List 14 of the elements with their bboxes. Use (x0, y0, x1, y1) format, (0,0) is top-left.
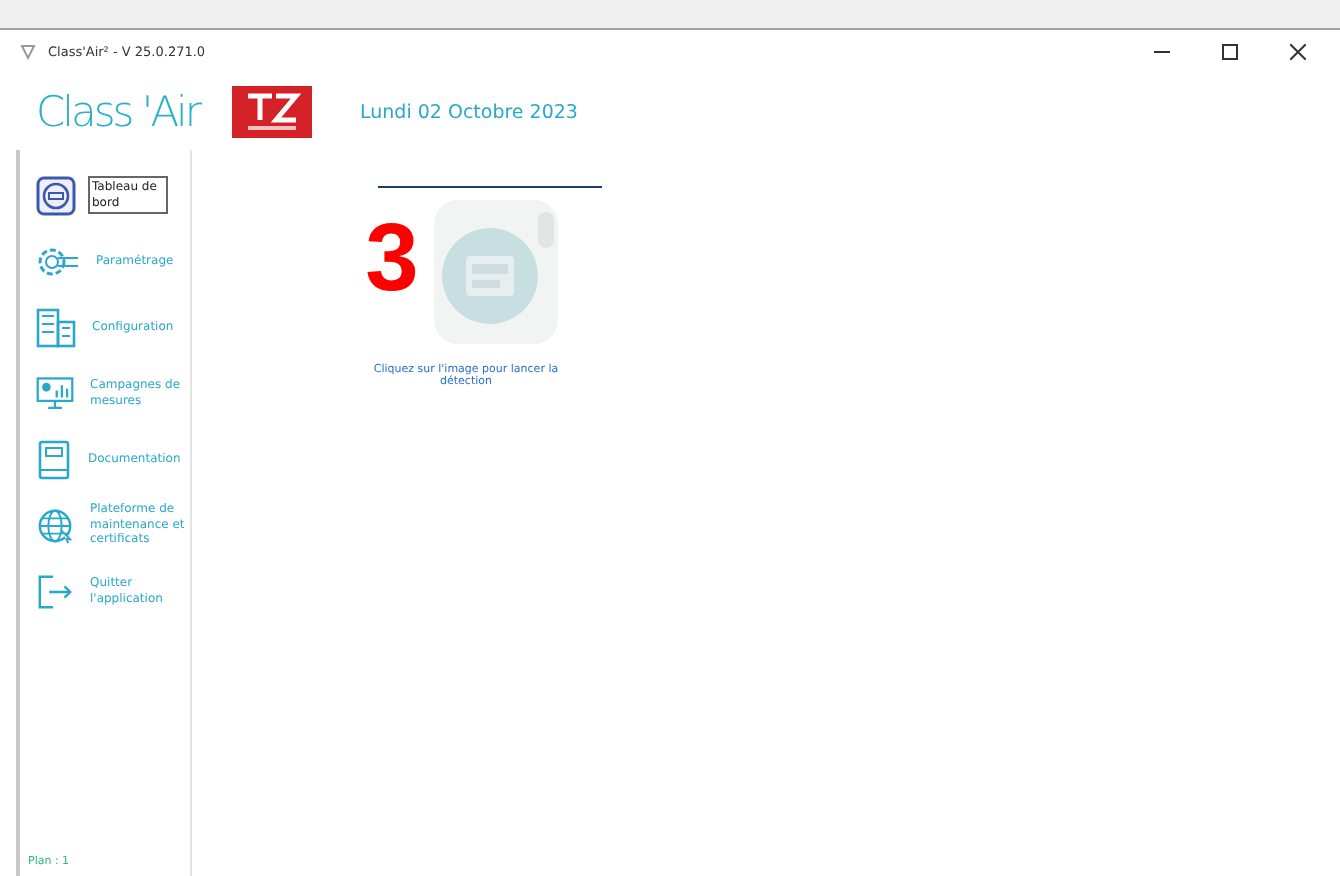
close-icon (1290, 44, 1306, 60)
exit-icon (36, 571, 74, 611)
building-icon (36, 307, 76, 347)
device-number: 3 (365, 212, 419, 308)
dashboard-icon (36, 175, 76, 215)
maximize-icon (1222, 44, 1238, 60)
globe-icon (36, 505, 74, 545)
app-logo-text: Class 'Air (36, 88, 196, 136)
company-logo (232, 86, 312, 138)
book-icon (36, 439, 72, 479)
app-icon (20, 44, 36, 60)
current-date: Lundi 02 Octobre 2023 (360, 101, 578, 123)
monitor-chart-icon (36, 373, 74, 413)
gear-icon (36, 243, 80, 279)
